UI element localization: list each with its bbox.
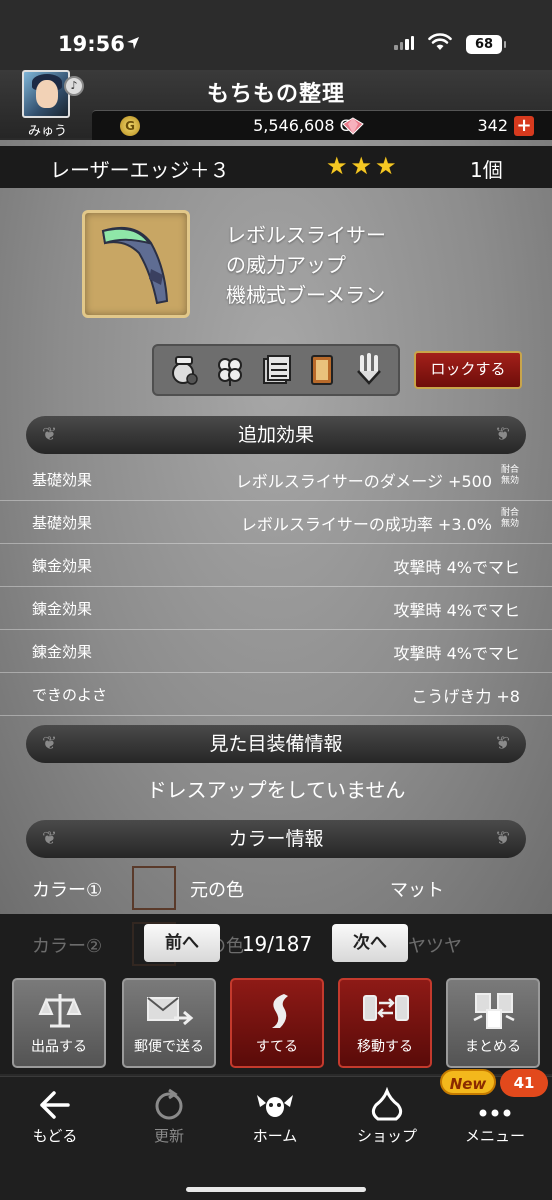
scale-icon <box>38 994 82 1028</box>
effect-row: 錬金効果 攻撃時 4%でマヒ <box>0 544 552 587</box>
home-indicator <box>186 1187 366 1192</box>
appearance-section-header: 見た目装備情報 <box>26 725 526 763</box>
color-name: 元の色 <box>190 880 244 901</box>
bundle-button[interactable]: まとめる <box>446 978 540 1068</box>
bag-sell-icon[interactable] <box>166 353 200 387</box>
pager: 前へ 19/187 次へ <box>0 924 552 964</box>
effect-value: こうげき力 +8 <box>411 687 520 706</box>
back-arrow-icon <box>40 1091 70 1119</box>
action-label: すてる <box>255 1039 299 1055</box>
color-swatch <box>132 866 176 910</box>
item-stars: ★ ★ ★ <box>326 153 397 179</box>
nav-shop[interactable]: ショップ <box>332 1077 442 1157</box>
effect-badge: 耐合無効 <box>500 508 519 529</box>
effect-label: 錬金効果 <box>32 557 93 575</box>
star-icon: ★ <box>375 152 397 180</box>
action-label: 移動する <box>357 1039 413 1055</box>
item-image <box>82 210 190 318</box>
next-button[interactable]: 次へ <box>332 924 408 962</box>
item-description: レボルスライサー の威力アップ 機械式ブーメラン <box>226 223 386 307</box>
status-time: 19:56 <box>58 32 125 56</box>
page-title: もちもの整理 <box>206 82 345 107</box>
bundle-icon <box>473 993 515 1029</box>
item-detail-panel: レーザーエッジ＋３ ★ ★ ★ 1個 レボルスライサー の威力アップ 機械式ブー… <box>0 140 552 920</box>
color-section-header: カラー情報 <box>26 820 526 858</box>
color-row: カラー① 元の色 マット <box>0 866 552 914</box>
previous-button[interactable]: 前へ <box>144 924 220 962</box>
download-hand-icon[interactable] <box>352 353 386 387</box>
item-property-icons <box>152 344 400 396</box>
clover-icon[interactable] <box>213 353 247 387</box>
gem-amount: 342 <box>477 116 508 135</box>
location-arrow-icon <box>127 37 139 49</box>
home-dracky-icon <box>257 1095 293 1117</box>
effect-value: 攻撃時 4%でマヒ <box>393 558 520 577</box>
page-position: 19/187 <box>241 932 313 956</box>
color-label: カラー① <box>32 880 103 901</box>
player-name: みゅう <box>28 124 68 139</box>
status-bar: 19:56 68 <box>0 0 552 70</box>
move-button[interactable]: 移動する <box>338 978 432 1068</box>
lock-button[interactable]: ロックする <box>414 351 522 389</box>
send-by-mail-button[interactable]: 郵便で送る <box>122 978 216 1068</box>
color-finish: マット <box>390 880 444 901</box>
item-count: 1個 <box>470 158 503 182</box>
transfer-icon <box>363 995 409 1021</box>
effect-value: レボルスライサーのダメージ +500 <box>235 472 492 491</box>
effect-row: できのよさ こうげき力 +8 <box>0 673 552 716</box>
app-header: ♪ みゅう もちもの整理 G 5,546,608 G 342 + <box>0 70 552 140</box>
item-name-row: レーザーエッジ＋３ ★ ★ ★ 1個 <box>0 146 552 188</box>
battery-indicator: 68 <box>466 35 506 54</box>
new-badge: New <box>440 1069 496 1095</box>
nav-label: メニュー <box>464 1127 525 1145</box>
item-name: レーザーエッジ＋３ <box>50 158 230 182</box>
slime-shop-icon <box>371 1087 403 1121</box>
nav-label: 更新 <box>153 1127 184 1145</box>
boomerang-icon <box>101 227 169 305</box>
mail-icon <box>147 997 194 1026</box>
storage-cabinet-icon[interactable] <box>259 353 293 387</box>
nav-back[interactable]: もどる <box>0 1077 110 1157</box>
dress-up-status: ドレスアップをしていません <box>146 778 406 802</box>
nav-label: ショップ <box>356 1127 417 1145</box>
effect-value: レボルスライサーの成功率 +3.0% <box>240 515 492 534</box>
effects-section-header: 追加効果 <box>26 416 526 454</box>
effect-value: 攻撃時 4%でマヒ <box>393 601 520 620</box>
refresh-icon <box>155 1088 183 1120</box>
discard-icon <box>272 994 288 1028</box>
effect-row: 錬金効果 攻撃時 4%でマヒ <box>0 587 552 630</box>
star-icon: ★ <box>350 152 373 180</box>
effect-row: 錬金効果 攻撃時 4%でマヒ <box>0 630 552 673</box>
effect-value: 攻撃時 4%でマヒ <box>393 644 520 663</box>
effect-row: 基礎効果 レボルスライサーの成功率 +3.0% 耐合無効 <box>0 501 552 544</box>
add-gems-button[interactable]: + <box>514 116 534 136</box>
effect-label: 錬金効果 <box>32 643 93 661</box>
effect-row: 基礎効果 レボルスライサーのダメージ +500 耐合無効 <box>0 458 552 501</box>
gem-icon <box>342 117 364 135</box>
discard-button[interactable]: すてる <box>230 978 324 1068</box>
gold-coin-icon: G <box>120 116 140 136</box>
cellular-signal-icon <box>394 36 414 50</box>
effect-label: 錬金効果 <box>32 600 93 618</box>
gold-amount: 5,546,608 G <box>253 116 352 135</box>
action-label: 出品する <box>31 1039 87 1055</box>
action-label: 郵便で送る <box>134 1039 204 1055</box>
effect-label: 基礎効果 <box>32 514 93 532</box>
list-for-sale-button[interactable]: 出品する <box>12 978 106 1068</box>
bottom-navigation: もどる 更新 ホーム ショップ メニュー New 41 <box>0 1069 552 1200</box>
nav-label: ホーム <box>252 1127 298 1145</box>
notification-count-badge: 41 <box>500 1069 548 1097</box>
nav-label: もどる <box>32 1127 78 1145</box>
wifi-icon <box>428 33 452 50</box>
effect-label: 基礎効果 <box>32 471 93 489</box>
effect-badge: 耐合無効 <box>500 465 519 486</box>
action-label: まとめる <box>465 1039 521 1055</box>
currency-bar: G 5,546,608 G 342 + <box>92 110 552 140</box>
effect-label: できのよさ <box>32 686 108 704</box>
card-book-icon[interactable] <box>305 353 339 387</box>
star-icon: ★ <box>326 152 348 180</box>
action-bar: 出品する 郵便で送る すてる 移動する まとめる <box>0 978 552 1070</box>
nav-refresh[interactable]: 更新 <box>114 1077 224 1157</box>
nav-home[interactable]: ホーム <box>220 1077 330 1157</box>
